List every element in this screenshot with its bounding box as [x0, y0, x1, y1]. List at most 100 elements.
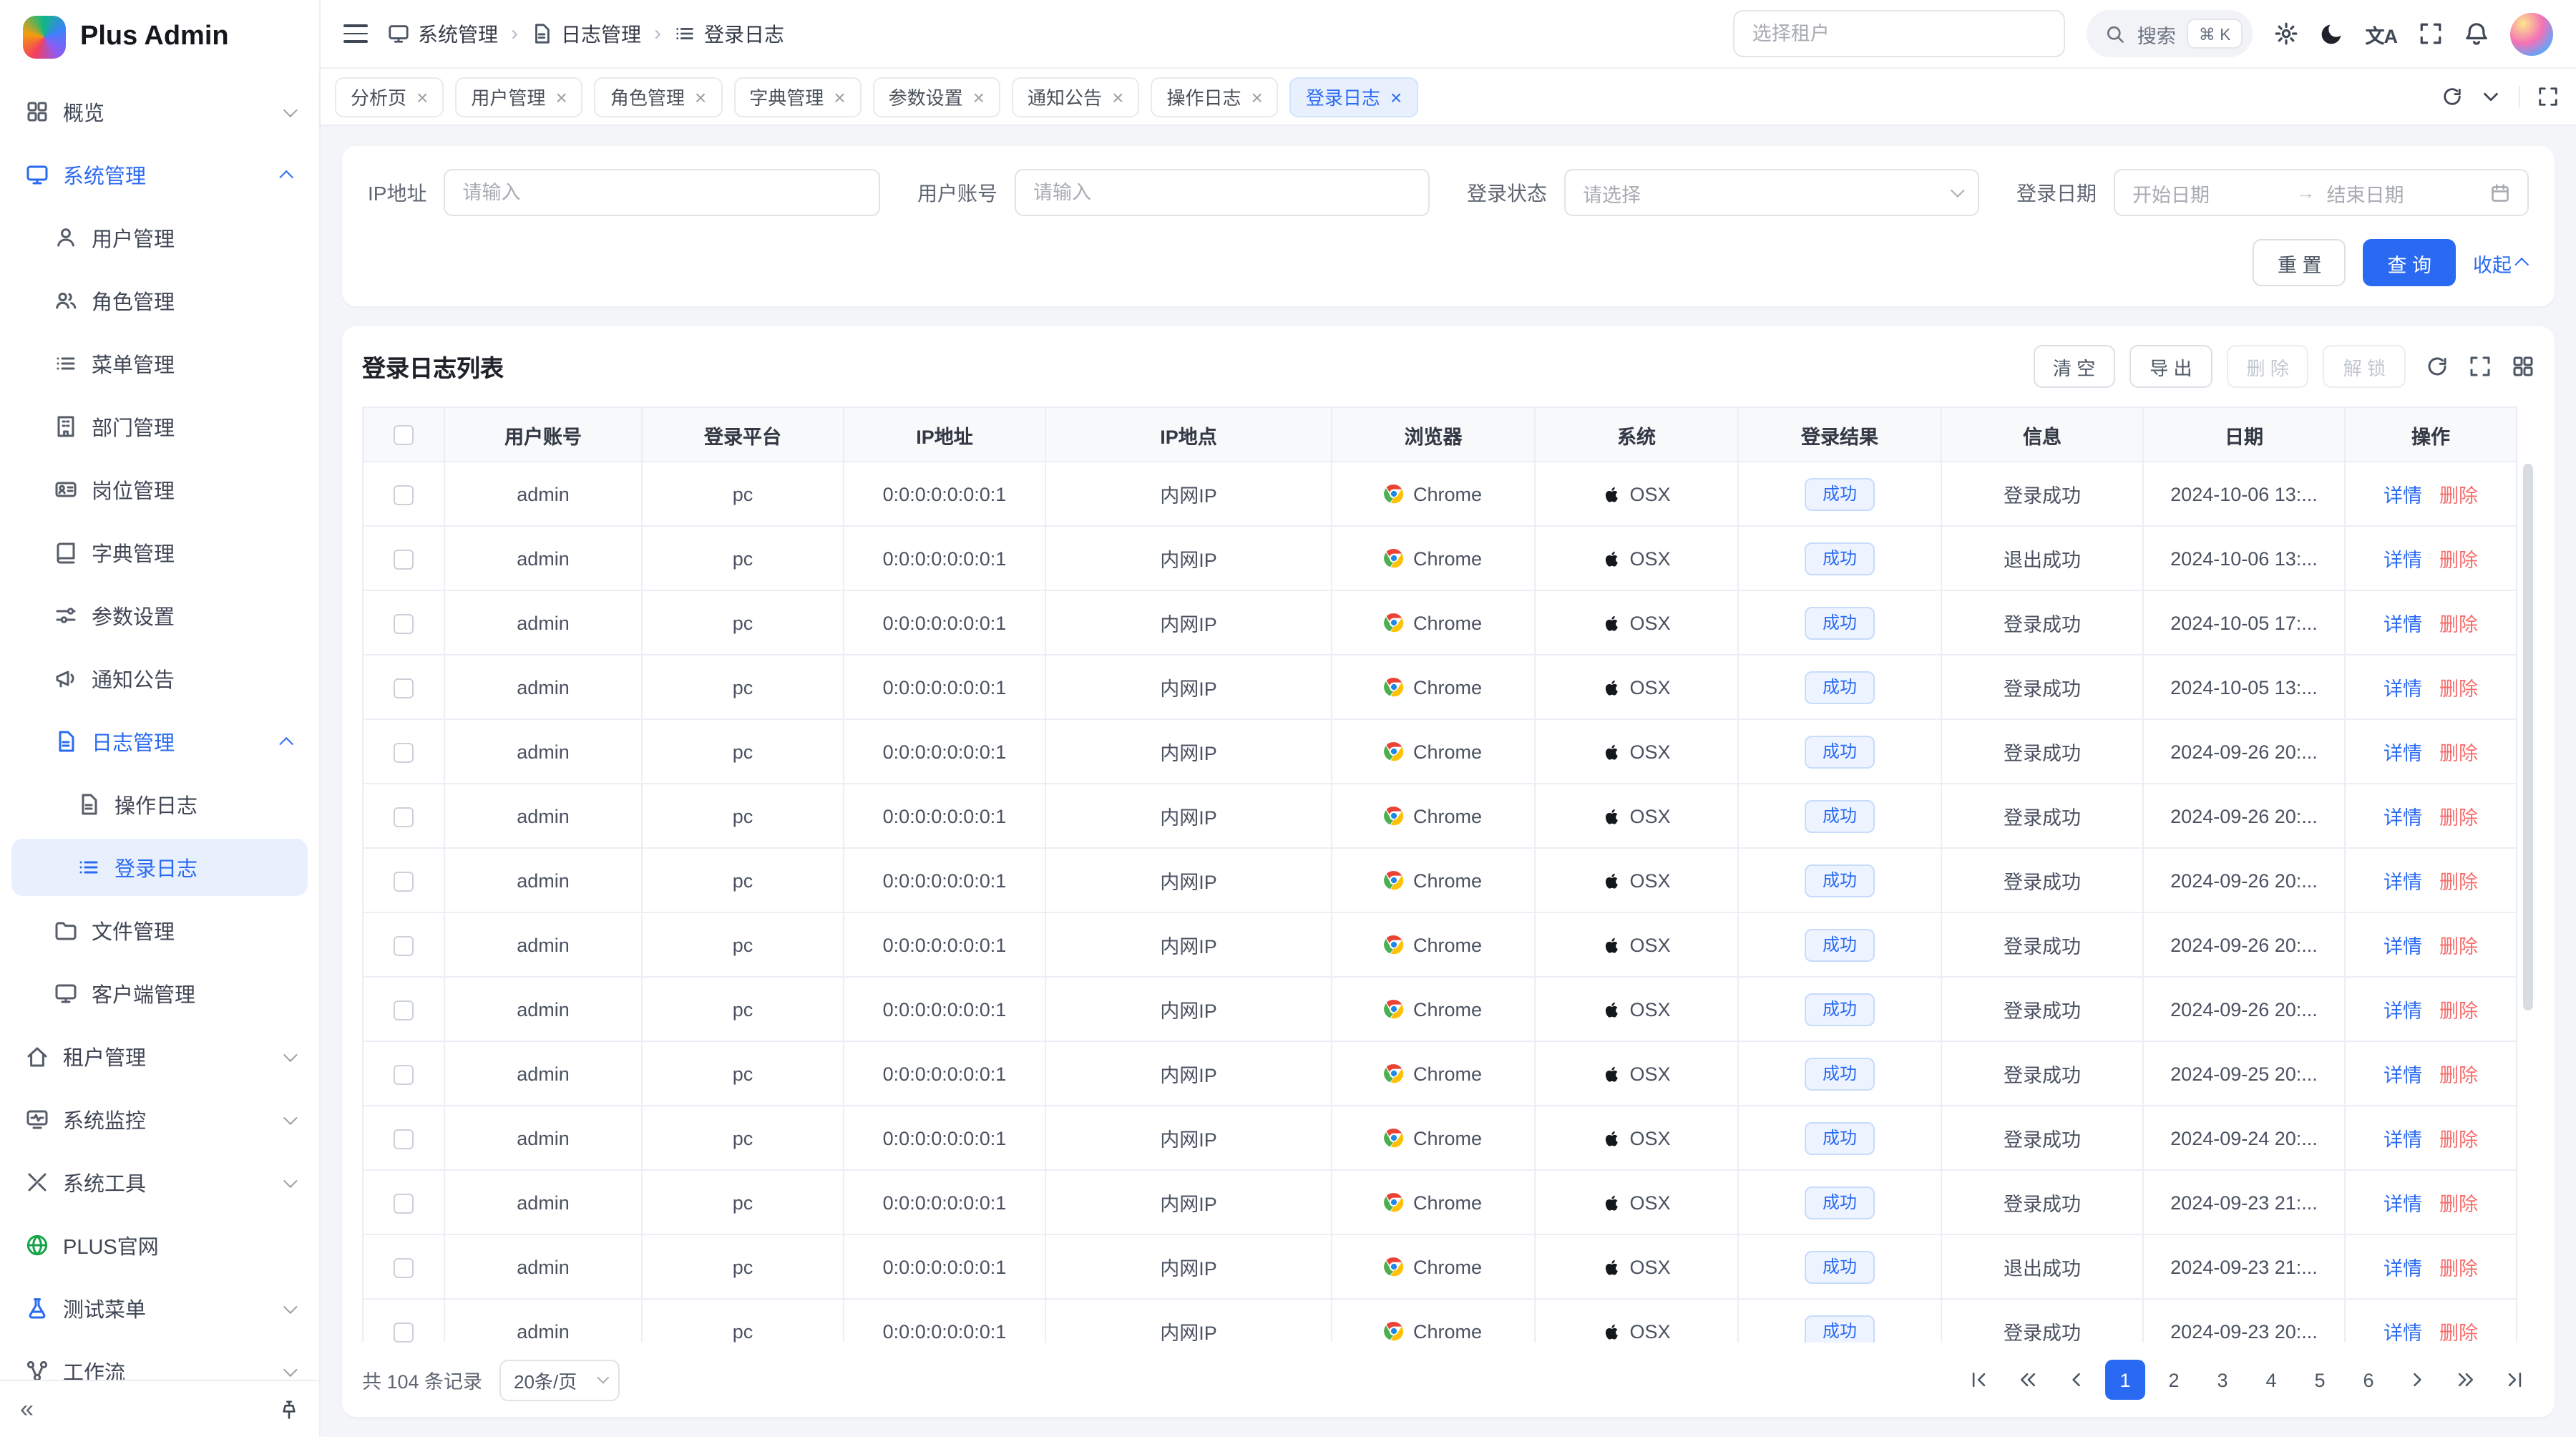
tabs-fullscreen-button[interactable]	[2519, 86, 2559, 107]
next-page-button[interactable]	[2397, 1360, 2437, 1400]
next-10-button[interactable]	[2446, 1360, 2486, 1400]
tab-close-icon[interactable]: ×	[695, 87, 706, 107]
notifications-button[interactable]	[2464, 21, 2489, 46]
tab-close-icon[interactable]: ×	[834, 87, 845, 107]
remove-link[interactable]: 删除	[2439, 614, 2478, 635]
page-number-button[interactable]: 3	[2202, 1360, 2243, 1400]
tab-close-icon[interactable]: ×	[1251, 87, 1262, 107]
row-checkbox[interactable]	[394, 613, 414, 633]
row-checkbox[interactable]	[394, 678, 414, 698]
sidebar-item-role-management[interactable]: 角色管理	[11, 272, 308, 329]
remove-link[interactable]: 删除	[2439, 550, 2478, 571]
detail-link[interactable]: 详情	[2384, 550, 2422, 571]
remove-link[interactable]: 删除	[2439, 678, 2478, 700]
tabs-refresh-button[interactable]	[2441, 86, 2463, 107]
detail-link[interactable]: 详情	[2384, 1000, 2422, 1022]
breadcrumb-item-log[interactable]: 日志管理	[531, 19, 641, 48]
sidebar-item-operation-log[interactable]: 操作日志	[11, 776, 308, 833]
detail-link[interactable]: 详情	[2384, 1258, 2422, 1280]
detail-link[interactable]: 详情	[2384, 1065, 2422, 1086]
table-refresh-button[interactable]	[2426, 355, 2449, 378]
remove-link[interactable]: 删除	[2439, 1258, 2478, 1280]
sidebar-item-system-monitor[interactable]: 系统监控	[11, 1091, 308, 1148]
page-number-button[interactable]: 4	[2251, 1360, 2291, 1400]
detail-link[interactable]: 详情	[2384, 1129, 2422, 1151]
status-select[interactable]: 请选择	[1564, 169, 1979, 216]
page-number-button[interactable]: 6	[2348, 1360, 2389, 1400]
tab[interactable]: 角色管理 ×	[595, 77, 722, 117]
theme-toggle-button[interactable]	[2320, 21, 2344, 46]
sidebar-item-file-management[interactable]: 文件管理	[11, 902, 308, 959]
tab-close-icon[interactable]: ×	[1390, 87, 1402, 107]
sidebar-collapse-button[interactable]: «	[20, 1397, 34, 1421]
avatar[interactable]	[2510, 12, 2553, 55]
tab[interactable]: 字典管理 ×	[733, 77, 861, 117]
tab[interactable]: 登录日志 ×	[1290, 77, 1418, 117]
row-checkbox[interactable]	[394, 549, 414, 569]
remove-link[interactable]: 删除	[2439, 1322, 2478, 1343]
sidebar-pin-button[interactable]	[279, 1399, 299, 1419]
sidebar-item-test-menu[interactable]: 测试菜单	[11, 1280, 308, 1337]
sidebar-item-system-tools[interactable]: 系统工具	[11, 1154, 308, 1211]
remove-link[interactable]: 删除	[2439, 1065, 2478, 1086]
sidebar-item-tenant-management[interactable]: 租户管理	[11, 1028, 308, 1085]
row-checkbox[interactable]	[394, 1064, 414, 1084]
unlock-button[interactable]: 解 锁	[2323, 345, 2406, 388]
tab-close-icon[interactable]: ×	[1112, 87, 1123, 107]
ip-input[interactable]	[444, 169, 880, 216]
tab[interactable]: 分析页 ×	[335, 77, 444, 117]
sidebar-item-client-management[interactable]: 客户端管理	[11, 965, 308, 1022]
row-checkbox[interactable]	[394, 742, 414, 762]
detail-link[interactable]: 详情	[2384, 872, 2422, 893]
remove-link[interactable]: 删除	[2439, 807, 2478, 829]
reset-button[interactable]: 重 置	[2253, 239, 2346, 286]
tab[interactable]: 用户管理 ×	[455, 77, 582, 117]
select-all-checkbox[interactable]	[394, 425, 414, 445]
page-size-select[interactable]: 20条/页	[499, 1359, 620, 1401]
detail-link[interactable]: 详情	[2384, 678, 2422, 700]
remove-link[interactable]: 删除	[2439, 872, 2478, 893]
table-fullscreen-button[interactable]	[2469, 355, 2492, 378]
menu-toggle-icon[interactable]	[343, 25, 368, 43]
page-number-button[interactable]: 1	[2105, 1360, 2145, 1400]
tab-close-icon[interactable]: ×	[555, 87, 567, 107]
detail-link[interactable]: 详情	[2384, 485, 2422, 507]
breadcrumb-item-login-log[interactable]: 登录日志	[674, 19, 784, 48]
tab[interactable]: 操作日志 ×	[1151, 77, 1278, 117]
table-scrollbar[interactable]	[2520, 461, 2534, 1343]
row-checkbox[interactable]	[394, 871, 414, 891]
global-search[interactable]: 搜索 ⌘ K	[2087, 10, 2253, 57]
sidebar-item-overview[interactable]: 概览	[11, 83, 308, 140]
remove-link[interactable]: 删除	[2439, 1000, 2478, 1022]
clear-button[interactable]: 清 空	[2033, 345, 2115, 388]
tab[interactable]: 通知公告 ×	[1012, 77, 1139, 117]
row-checkbox[interactable]	[394, 935, 414, 955]
detail-link[interactable]: 详情	[2384, 743, 2422, 764]
remove-link[interactable]: 删除	[2439, 485, 2478, 507]
remove-link[interactable]: 删除	[2439, 1194, 2478, 1215]
search-button[interactable]: 查 询	[2363, 239, 2456, 286]
sidebar-item-notice[interactable]: 通知公告	[11, 650, 308, 707]
sidebar-item-workflow[interactable]: 工作流	[11, 1343, 308, 1380]
remove-link[interactable]: 删除	[2439, 936, 2478, 958]
date-range-picker[interactable]: 开始日期 → 结束日期	[2114, 169, 2529, 216]
last-page-button[interactable]	[2494, 1360, 2534, 1400]
scrollbar-thumb[interactable]	[2522, 464, 2532, 1010]
detail-link[interactable]: 详情	[2384, 1194, 2422, 1215]
row-checkbox[interactable]	[394, 1129, 414, 1149]
fullscreen-button[interactable]	[2419, 21, 2443, 46]
prev-page-button[interactable]	[2057, 1360, 2097, 1400]
collapse-filters-link[interactable]: 收起	[2473, 248, 2529, 277]
detail-link[interactable]: 详情	[2384, 807, 2422, 829]
translate-icon[interactable]: 文A	[2366, 19, 2398, 48]
tab[interactable]: 参数设置 ×	[873, 77, 1000, 117]
account-input[interactable]	[1015, 169, 1430, 216]
page-number-button[interactable]: 2	[2154, 1360, 2194, 1400]
export-button[interactable]: 导 出	[2129, 345, 2212, 388]
breadcrumb-item-system[interactable]: 系统管理	[388, 19, 498, 48]
remove-link[interactable]: 删除	[2439, 743, 2478, 764]
detail-link[interactable]: 详情	[2384, 936, 2422, 958]
row-checkbox[interactable]	[394, 1000, 414, 1020]
row-checkbox[interactable]	[394, 807, 414, 827]
sidebar-item-post-management[interactable]: 岗位管理	[11, 461, 308, 518]
